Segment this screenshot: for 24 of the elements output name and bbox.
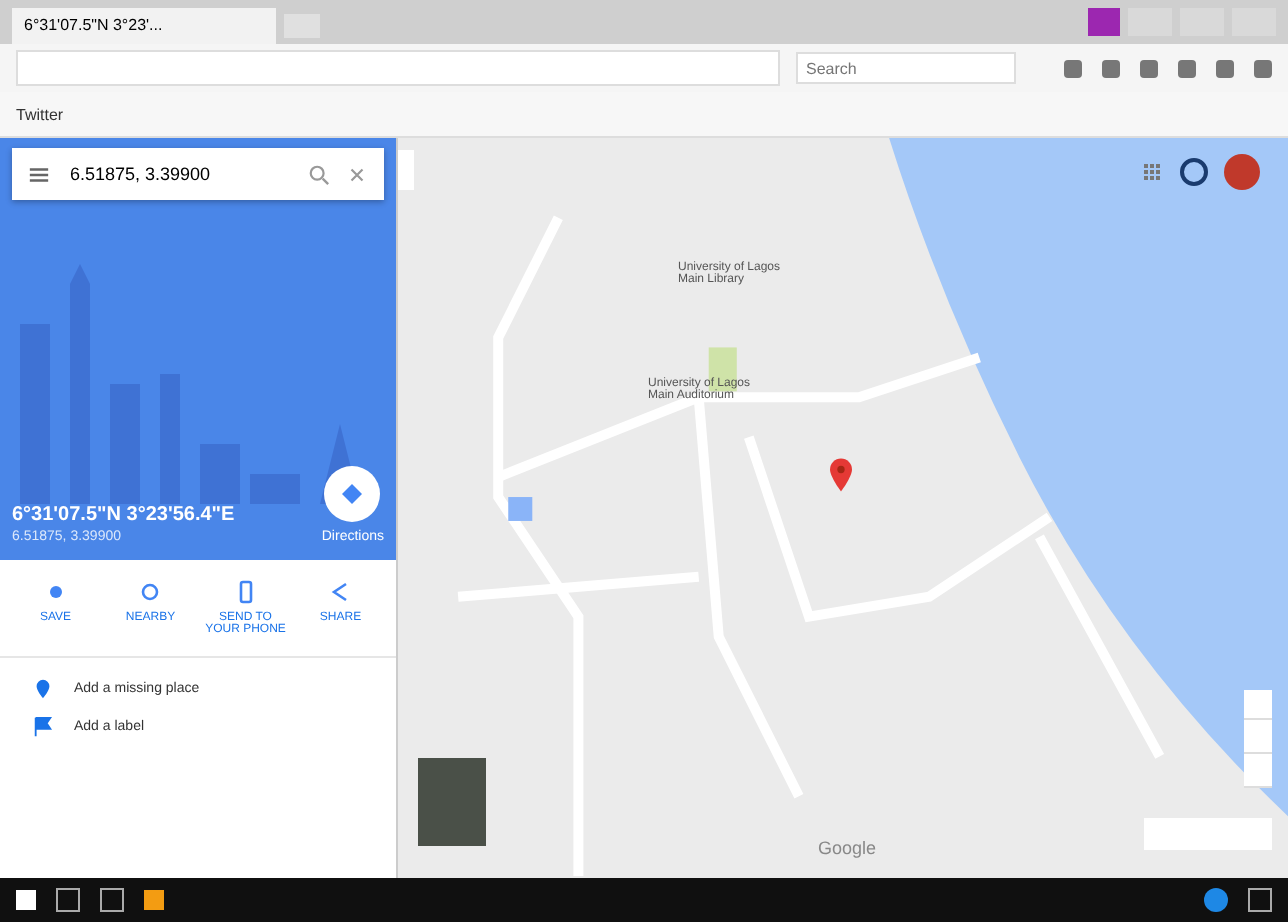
toolbar-icon[interactable] — [1064, 59, 1082, 77]
directions-icon — [340, 482, 365, 506]
apps-grid-icon[interactable] — [1140, 160, 1164, 184]
place-title: 6°31'07.5"N 3°23'56.4"E — [12, 504, 235, 526]
toolbar-icon[interactable] — [1216, 59, 1234, 77]
toolbar-icon[interactable] — [1178, 59, 1196, 77]
browser-search-field[interactable]: Search — [796, 52, 1016, 84]
search-bar[interactable]: 6.51875, 3.39900 — [12, 148, 384, 200]
toolbar-icon[interactable] — [1140, 59, 1158, 77]
search-icon[interactable] — [308, 163, 330, 185]
toolbar-icon[interactable] — [1254, 59, 1272, 77]
browser-tab[interactable]: 6°31'07.5"N 3°23'... — [12, 8, 276, 44]
map-pin-icon — [830, 458, 852, 492]
start-button[interactable] — [16, 890, 36, 910]
pin-plus-icon — [32, 678, 54, 700]
bookmark-link[interactable]: Twitter — [16, 105, 64, 123]
satellite-thumbnail[interactable] — [418, 758, 486, 846]
close-icon[interactable] — [346, 163, 368, 185]
app-taskbar-icon[interactable] — [1204, 888, 1228, 912]
map-logo: Google — [818, 838, 877, 858]
flag-icon — [32, 716, 54, 738]
menu-icon[interactable] — [28, 163, 50, 185]
toolbar-icon[interactable] — [1102, 59, 1120, 77]
directions-button[interactable] — [324, 466, 381, 522]
